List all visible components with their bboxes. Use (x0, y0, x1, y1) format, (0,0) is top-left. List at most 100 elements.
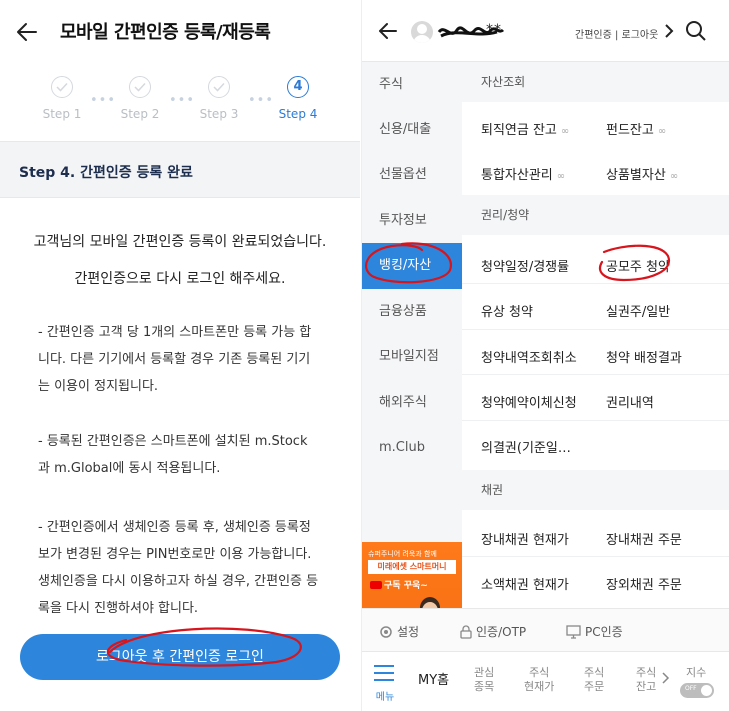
item-subscription-history[interactable]: 청약내역조회취소 (481, 347, 577, 366)
item-bond-quote[interactable]: 장내채권 현재가 (481, 529, 569, 548)
step-2: Step 2 (110, 76, 170, 121)
row-divider (462, 556, 729, 557)
tab-label: 종목 (474, 680, 495, 693)
item-label: 통합자산관리 (481, 168, 553, 183)
right-header: ** 간편인증 | 로그아웃 (362, 0, 729, 62)
tab-stock-balance[interactable]: 주식 잔고 (636, 666, 656, 694)
note-line: 는 이용이 정지됩니다. (38, 379, 159, 394)
item-forfeited-shares[interactable]: 실권주/일반 (606, 301, 670, 320)
item-rights-history[interactable]: 권리내역 (606, 392, 654, 411)
note-line: 과 m.Global에 동시 적용됩니다. (38, 461, 221, 476)
item-ipo-subscription[interactable]: 공모주 청약 (606, 256, 670, 275)
settings-link[interactable]: 설정 (379, 623, 419, 640)
item-label: 상품별자산 (606, 168, 666, 183)
item-product-asset[interactable]: 상품별자산 ∞ (606, 164, 678, 183)
item-rights-subscription[interactable]: 유상 청약 (481, 301, 533, 320)
note-line: - 간편인증에서 생체인증 등록 후, 생체인증 등록정 (38, 520, 311, 535)
settings-bar: 설정 인증/OTP PC인증 (362, 608, 729, 652)
tab-watchlist[interactable]: 관심 종목 (474, 666, 494, 694)
index-label: 지수 (686, 666, 707, 679)
item-pension-balance[interactable]: 퇴직연금 잔고 ∞ (481, 119, 569, 138)
banner-line: 슈퍼주니어 려욱과 함께 (368, 550, 437, 558)
menu-item-futures[interactable]: 선물옵션 (362, 152, 462, 198)
menu-item-products[interactable]: 금융상품 (362, 289, 462, 335)
left-header: 모바일 간편인증 등록/재등록 (0, 0, 360, 62)
otp-link[interactable]: 인증/OTP (460, 623, 526, 640)
item-integrated-asset[interactable]: 통합자산관리 ∞ (481, 164, 565, 183)
item-voting-rights[interactable]: 의결권(기준일… (481, 437, 571, 456)
logout-and-login-button[interactable]: 로그아웃 후 간편인증 로그인 (20, 634, 340, 680)
step-connector-dots: ••• (169, 93, 196, 108)
banner-title: 미래에셋 스마트머니 (368, 560, 456, 574)
tab-stock-order[interactable]: 주식 주문 (584, 666, 604, 694)
step-number-circle: 4 (287, 76, 309, 98)
item-label: 펀드잔고 (606, 123, 654, 138)
tab-label: 주문 (584, 680, 605, 693)
back-arrow-icon[interactable] (376, 19, 400, 43)
tab-label: 주식 (584, 666, 605, 679)
tab-my-home[interactable]: MY홈 (418, 674, 449, 688)
note-line: 록을 다시 진행하셔야 합니다. (38, 601, 199, 616)
settings-label: 설정 (397, 625, 420, 639)
step-label: Step 2 (120, 107, 160, 121)
item-fund-balance[interactable]: 펀드잔고 ∞ (606, 119, 666, 138)
step-connector-dots: ••• (90, 93, 117, 108)
step-1: Step 1 (32, 76, 92, 121)
item-allocation-result[interactable]: 청약 배정결과 (606, 347, 682, 366)
bottom-tabbar: 메뉴 MY홈 관심 종목 주식 현재가 주식 주문 주식 잔고 지수 OFF (362, 652, 729, 711)
right-panel: ** 간편인증 | 로그아웃 주식 신용/대출 선물옵션 투자정보 뱅킹/자산 … (361, 0, 729, 711)
back-arrow-icon[interactable] (14, 18, 42, 46)
menu-item-mclub[interactable]: m.Club (362, 425, 462, 471)
row-divider (462, 283, 729, 284)
pc-auth-link[interactable]: PC인증 (566, 623, 623, 640)
step-label: Step 4 (278, 107, 318, 121)
relogin-message: 간편인증으로 다시 로그인 해주세요. (74, 271, 286, 287)
search-icon[interactable] (685, 20, 707, 42)
tab-stock-quote[interactable]: 주식 현재가 (524, 666, 554, 694)
note-device-limit: - 간편인증 고객 당 1개의 스마트폰만 등록 가능 합 니다. 다른 기기에… (38, 319, 338, 400)
row-divider (462, 420, 729, 421)
item-otc-bond-order[interactable]: 장외채권 주문 (606, 574, 682, 593)
item-small-bond-quote[interactable]: 소액채권 현재가 (481, 574, 569, 593)
note-line: - 등록된 간편인증은 스마트폰에 설치된 m.Stock (38, 434, 308, 449)
tab-label: 현재가 (524, 680, 555, 693)
banner-subscribe: 구독 꾸욱~ (370, 578, 428, 591)
menu-item-credit[interactable]: 신용/대출 (362, 107, 462, 153)
left-panel: 모바일 간편인증 등록/재등록 Step 1 Step 2 Step 3 4 S… (0, 0, 360, 711)
completion-message: 고객님의 모바일 간편인증 등록이 완료되었습니다. (33, 234, 327, 250)
note-line: 니다. 다른 기기에서 등록할 경우 기존 등록된 기기 (38, 352, 311, 367)
menu-item-overseas[interactable]: 해외주식 (362, 380, 462, 426)
step-number: 4 (293, 79, 303, 94)
toggle-state: OFF (685, 685, 697, 692)
section-bond-header: 채권 (462, 470, 729, 510)
banner-subscribe-text: 구독 꾸욱~ (384, 581, 428, 591)
index-toggle[interactable]: OFF (680, 683, 714, 698)
item-reservation-transfer[interactable]: 청약예약이체신청 (481, 392, 577, 411)
item-subscription-schedule[interactable]: 청약일정/경쟁률 (481, 256, 569, 275)
toggle-knob (701, 685, 712, 696)
auth-logout-links[interactable]: 간편인증 | 로그아웃 (575, 26, 658, 41)
user-name: ** (486, 22, 502, 38)
section-asset-header: 자산조회 (462, 62, 729, 102)
pc-auth-label: PC인증 (585, 625, 623, 639)
step-label: Step 3 (199, 107, 239, 121)
step-section-header: Step 4. 간편인증 등록 완료 (0, 142, 360, 198)
menu-item-mobile-branch[interactable]: 모바일지점 (362, 334, 462, 380)
submenu-content: 자산조회 퇴직연금 잔고 ∞ 펀드잔고 ∞ 통합자산관리 ∞ 상품별자산 ∞ 권리/청약… (462, 62, 729, 608)
check-icon (51, 76, 73, 98)
category-menu: 주식 신용/대출 선물옵션 투자정보 뱅킹/자산 금융상품 모바일지점 해외주식… (362, 62, 462, 668)
chevron-right-icon[interactable] (662, 672, 670, 684)
page-title: 모바일 간편인증 등록/재등록 (60, 22, 271, 43)
item-bond-order[interactable]: 장내채권 주문 (606, 529, 682, 548)
otp-label: 인증/OTP (476, 625, 527, 639)
link-icon: ∞ (560, 126, 570, 137)
step-4: 4 Step 4 (268, 76, 328, 121)
chevron-right-icon[interactable] (664, 24, 674, 38)
menu-item-invest-info[interactable]: 투자정보 (362, 198, 462, 244)
menu-item-stock[interactable]: 주식 (362, 62, 462, 108)
menu-button[interactable]: 메뉴 (362, 652, 408, 711)
row-divider (462, 374, 729, 375)
menu-item-banking[interactable]: 뱅킹/자산 (362, 243, 462, 289)
gear-icon (380, 626, 392, 638)
tab-label: 주식 (529, 666, 550, 679)
